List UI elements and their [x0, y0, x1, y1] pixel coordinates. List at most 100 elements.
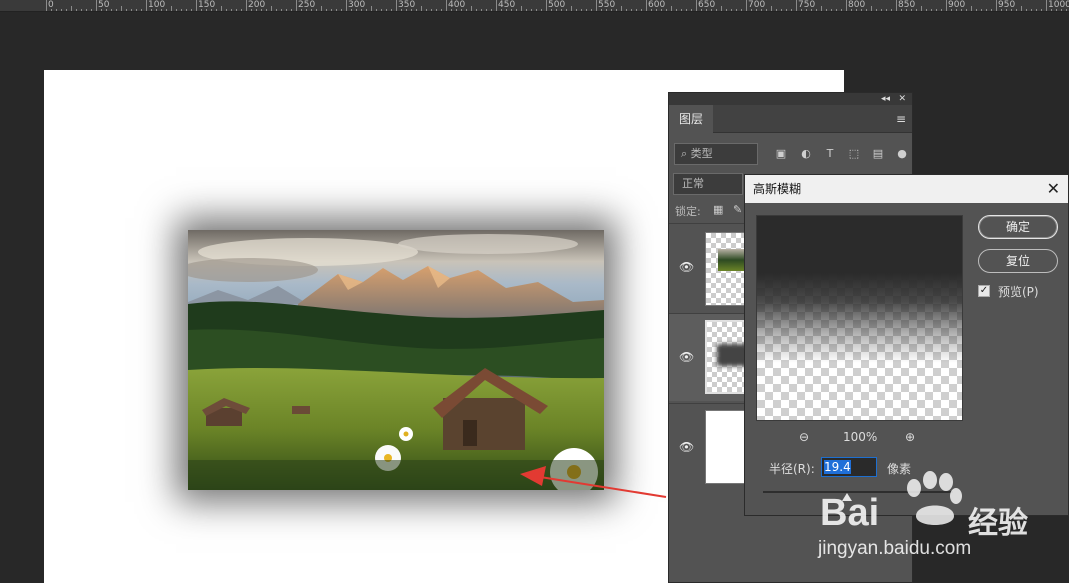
- ruler-minor-tick: [356, 9, 357, 11]
- baidu-watermark: Bai 经验 jingyan.baidu.com: [792, 458, 1042, 562]
- ruler-minor-tick: [701, 9, 702, 11]
- image-filter-icon[interactable]: ▣: [774, 147, 788, 161]
- ruler-minor-tick: [436, 9, 437, 11]
- ruler-minor-tick: [1056, 9, 1057, 11]
- reset-button[interactable]: 复位: [978, 249, 1058, 273]
- layer-filter-select[interactable]: ⌕ 类型: [674, 143, 758, 165]
- filter-toggle-icon[interactable]: ●: [895, 147, 909, 161]
- ruler-minor-tick: [181, 9, 182, 11]
- ruler-minor-tick: [636, 9, 637, 11]
- zoom-level: 100%: [843, 430, 878, 444]
- ruler-minor-tick: [781, 9, 782, 11]
- ruler-minor-tick: [186, 9, 187, 11]
- tab-layers[interactable]: 图层: [669, 105, 713, 133]
- ruler-minor-tick: [776, 9, 777, 11]
- blur-preview-pane[interactable]: [756, 215, 963, 421]
- ruler-minor-tick: [891, 9, 892, 11]
- ruler-minor-tick: [201, 9, 202, 11]
- eye-icon[interactable]: 👁: [679, 440, 694, 454]
- ruler-minor-tick: [586, 9, 587, 11]
- ruler-minor-tick: [156, 9, 157, 11]
- ruler-minor-tick: [621, 6, 622, 11]
- lock-brush-icon[interactable]: ✎: [733, 203, 742, 216]
- zoom-out-icon[interactable]: ⊖: [799, 429, 809, 445]
- ruler-minor-tick: [256, 9, 257, 11]
- ruler-major-tick: [346, 0, 347, 11]
- ruler-minor-tick: [1051, 9, 1052, 11]
- ruler-minor-tick: [51, 9, 52, 11]
- ruler-minor-tick: [361, 9, 362, 11]
- ruler-minor-tick: [176, 9, 177, 11]
- type-filter-icon[interactable]: T: [823, 147, 837, 161]
- ruler-minor-tick: [741, 9, 742, 11]
- ruler-minor-tick: [366, 9, 367, 11]
- eye-icon[interactable]: 👁: [679, 350, 694, 364]
- panel-menu-icon[interactable]: ≡: [896, 113, 906, 125]
- ruler-major-tick: [146, 0, 147, 11]
- ruler-minor-tick: [1011, 9, 1012, 11]
- ruler-major-tick: [546, 0, 547, 11]
- watermark-brand-suffix: 经验: [968, 506, 1028, 541]
- ruler-minor-tick: [101, 9, 102, 11]
- ruler-minor-tick: [276, 9, 277, 11]
- ruler-minor-tick: [601, 9, 602, 11]
- ruler-minor-tick: [661, 9, 662, 11]
- panel-tab-bar: 图层 ≡: [669, 105, 912, 133]
- ruler-minor-tick: [401, 9, 402, 11]
- lock-label: 锁定:: [675, 205, 701, 218]
- ruler-minor-tick: [166, 9, 167, 11]
- ruler-minor-tick: [441, 9, 442, 11]
- adjustment-filter-icon[interactable]: ◐: [799, 147, 813, 161]
- ruler-minor-tick: [676, 9, 677, 11]
- ruler-minor-tick: [761, 9, 762, 11]
- ruler-minor-tick: [951, 9, 952, 11]
- zoom-in-icon[interactable]: ⊕: [905, 429, 915, 445]
- ruler-minor-tick: [871, 6, 872, 11]
- ruler-minor-tick: [376, 9, 377, 11]
- collapse-icon[interactable]: ◂◂: [881, 93, 890, 105]
- ruler-minor-tick: [516, 9, 517, 11]
- blend-mode-select[interactable]: 正常: [673, 173, 743, 195]
- ruler-minor-tick: [981, 9, 982, 11]
- ruler-major-tick: [796, 0, 797, 11]
- ruler-minor-tick: [926, 9, 927, 11]
- panel-titlebar: ◂◂ ✕: [669, 93, 912, 105]
- ruler-minor-tick: [251, 9, 252, 11]
- ruler-minor-tick: [71, 6, 72, 11]
- ruler-minor-tick: [541, 9, 542, 11]
- ruler-minor-tick: [1031, 9, 1032, 11]
- ruler-minor-tick: [736, 9, 737, 11]
- close-icon[interactable]: ✕: [1047, 175, 1060, 203]
- ruler-minor-tick: [211, 9, 212, 11]
- ruler-minor-tick: [536, 9, 537, 11]
- ruler-minor-tick: [206, 9, 207, 11]
- ruler-minor-tick: [476, 9, 477, 11]
- ruler-minor-tick: [861, 9, 862, 11]
- ruler-minor-tick: [881, 9, 882, 11]
- smart-object-filter-icon[interactable]: ▤: [871, 147, 885, 161]
- shape-filter-icon[interactable]: ⬚: [847, 147, 861, 161]
- preview-checkbox[interactable]: ✓: [978, 285, 990, 297]
- lock-transparency-icon[interactable]: ▦: [713, 203, 723, 216]
- ruler-minor-tick: [626, 9, 627, 11]
- ruler-minor-tick: [576, 9, 577, 11]
- horizontal-ruler: 0 50 100 150 200 250 300 350 400 450 500 550 600 650 7…: [0, 0, 1069, 12]
- ruler-minor-tick: [571, 6, 572, 11]
- ruler-minor-tick: [901, 9, 902, 11]
- ruler-minor-tick: [766, 9, 767, 11]
- ruler-minor-tick: [431, 9, 432, 11]
- ok-button[interactable]: 确定: [978, 215, 1058, 239]
- ruler-minor-tick: [756, 9, 757, 11]
- ruler-minor-tick: [236, 9, 237, 11]
- ruler-major-tick: [946, 0, 947, 11]
- ruler-minor-tick: [351, 9, 352, 11]
- landscape-photo: [188, 230, 604, 490]
- ruler-minor-tick: [956, 9, 957, 11]
- ruler-minor-tick: [716, 9, 717, 11]
- eye-icon[interactable]: 👁: [679, 260, 694, 274]
- ruler-minor-tick: [426, 9, 427, 11]
- ruler-minor-tick: [1066, 9, 1067, 11]
- ruler-minor-tick: [331, 9, 332, 11]
- ruler-minor-tick: [591, 9, 592, 11]
- close-icon[interactable]: ✕: [898, 93, 906, 105]
